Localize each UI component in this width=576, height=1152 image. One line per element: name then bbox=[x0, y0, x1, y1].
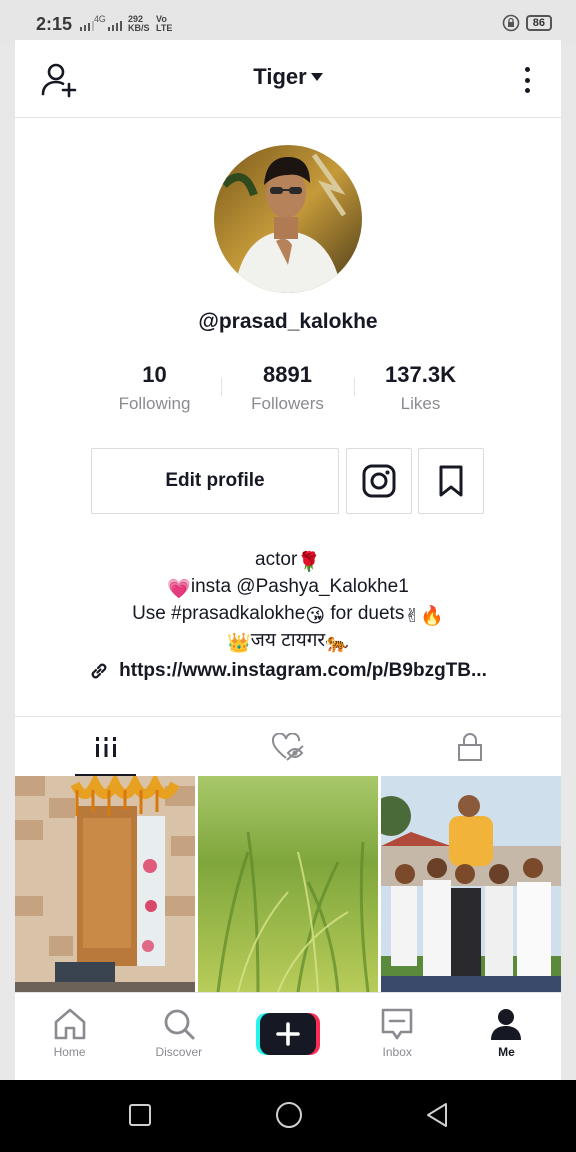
bio-line-3: Use #prasadkalokhe😘 for duets✌🔥 bbox=[15, 602, 561, 629]
create-button[interactable] bbox=[256, 1013, 320, 1055]
username: @prasad_kalokhe bbox=[198, 310, 378, 333]
page-title: Tiger bbox=[253, 64, 307, 89]
lock-icon bbox=[458, 732, 482, 761]
signal-icon-2 bbox=[108, 21, 122, 31]
search-icon bbox=[164, 1009, 195, 1040]
bottom-tab-bar: Home Discover Inbox Me bbox=[15, 992, 561, 1080]
network-type: 4G bbox=[94, 14, 106, 24]
edit-profile-button[interactable]: Edit profile bbox=[91, 448, 339, 514]
net-speed: 292 KB/S bbox=[128, 15, 150, 33]
crown-icon: 👑 bbox=[227, 633, 251, 654]
plus-icon bbox=[256, 1013, 320, 1055]
group-photo bbox=[381, 776, 561, 992]
avatar[interactable] bbox=[214, 145, 362, 293]
profile-icon bbox=[491, 1009, 522, 1040]
rose-icon: 🌹 bbox=[297, 552, 321, 573]
stat-value: 137.3K bbox=[385, 362, 456, 387]
battery-indicator: 86 bbox=[525, 15, 552, 31]
fire-icon: 🔥 bbox=[420, 606, 444, 627]
tab-liked[interactable] bbox=[197, 717, 379, 776]
bio-text: actor bbox=[255, 549, 298, 570]
tab-label: Inbox bbox=[382, 1045, 412, 1059]
signal-icon bbox=[80, 21, 94, 31]
tab-label: Me bbox=[498, 1045, 515, 1059]
more-options-button[interactable] bbox=[517, 64, 537, 96]
volte-bottom: LTE bbox=[156, 23, 173, 33]
screen: 2:15 4G 292 KB/S Vo LTE 86 Tiger @prasad… bbox=[0, 0, 576, 1152]
grass-photo bbox=[198, 776, 378, 992]
liked-hidden-icon bbox=[272, 732, 304, 761]
bookmark-icon bbox=[439, 465, 463, 497]
profile-header: Tiger bbox=[15, 40, 561, 118]
status-bar: 2:15 4G 292 KB/S Vo LTE 86 bbox=[0, 0, 576, 44]
tab-home[interactable]: Home bbox=[15, 993, 124, 1080]
more-vertical-icon bbox=[524, 67, 530, 72]
bio-text: insta @Pashya_Kalokhe1 bbox=[190, 576, 409, 597]
stat-likes[interactable]: 137.3K Likes bbox=[354, 360, 487, 420]
link-text: https://www.instagram.com/p/B9bzgTB... bbox=[119, 660, 487, 681]
doorway-photo bbox=[15, 776, 195, 992]
bio-line-1: actor🌹 bbox=[15, 548, 561, 575]
bio-text: for duets bbox=[325, 603, 405, 624]
recents-button[interactable] bbox=[128, 1102, 152, 1128]
stat-value: 10 bbox=[142, 362, 167, 387]
inbox-icon bbox=[381, 1008, 413, 1040]
favorites-button[interactable] bbox=[418, 448, 484, 514]
status-time: 2:15 bbox=[36, 14, 73, 34]
more-vertical-icon-dot bbox=[524, 88, 530, 93]
avatar-photo bbox=[214, 145, 362, 293]
link-icon bbox=[91, 663, 107, 679]
kiss-face-icon: 😘 bbox=[305, 606, 326, 627]
rotation-lock-icon bbox=[502, 14, 520, 32]
stat-label: Likes bbox=[400, 394, 441, 413]
stat-label: Followers bbox=[251, 394, 324, 413]
tab-label: Home bbox=[53, 1045, 86, 1059]
video-thumbnail[interactable] bbox=[381, 776, 561, 992]
grid-icon bbox=[96, 736, 116, 757]
tab-label: Discover bbox=[155, 1045, 203, 1059]
stat-value: 8891 bbox=[263, 362, 312, 387]
bio-text: जय टायगर bbox=[250, 630, 326, 651]
victory-hand-icon: ✌ bbox=[404, 606, 421, 627]
tab-inbox[interactable]: Inbox bbox=[343, 993, 452, 1080]
stat-following[interactable]: 10 Following bbox=[88, 360, 221, 420]
tab-private[interactable] bbox=[379, 717, 561, 776]
tiktok-profile-screen: Tiger @prasad_kalokhe 10 Following 8891 … bbox=[15, 40, 561, 1080]
bio-line-4: 👑जय टायगर🐅 bbox=[15, 629, 561, 656]
net-speed-unit: KB/S bbox=[128, 23, 150, 33]
tab-discover[interactable]: Discover bbox=[124, 993, 233, 1080]
home-icon bbox=[54, 1008, 85, 1040]
more-vertical-icon-dot bbox=[524, 77, 530, 83]
heart-icon: 💗 bbox=[167, 579, 191, 600]
tiger-icon: 🐅 bbox=[325, 633, 349, 654]
home-nav-button[interactable] bbox=[274, 1100, 304, 1130]
stat-label: Following bbox=[118, 394, 191, 413]
tab-videos[interactable] bbox=[15, 717, 197, 776]
video-thumbnail[interactable] bbox=[198, 776, 378, 992]
stat-followers[interactable]: 8891 Followers bbox=[221, 360, 354, 420]
bio-text: Use #prasadkalokhe bbox=[132, 603, 306, 624]
tab-me[interactable]: Me bbox=[452, 993, 561, 1080]
back-button[interactable] bbox=[424, 1102, 450, 1128]
video-grid bbox=[15, 776, 561, 992]
profile-stats: 10 Following 8891 Followers 137.3K Likes bbox=[88, 360, 488, 420]
tab-create[interactable] bbox=[233, 993, 342, 1080]
profile-tabs bbox=[15, 716, 561, 776]
profile-bio: actor🌹 💗insta @Pashya_Kalokhe1 Use #pras… bbox=[15, 548, 561, 656]
chevron-down-icon bbox=[310, 73, 323, 81]
video-thumbnail[interactable] bbox=[15, 776, 195, 992]
account-switcher[interactable]: Tiger bbox=[15, 64, 561, 90]
instagram-button[interactable] bbox=[346, 448, 412, 514]
status-right: 86 bbox=[502, 14, 552, 32]
bio-line-2: 💗insta @Pashya_Kalokhe1 bbox=[15, 575, 561, 602]
instagram-icon bbox=[362, 464, 396, 498]
profile-link[interactable]: https://www.instagram.com/p/B9bzgTB... bbox=[15, 660, 561, 682]
volte-indicator: Vo LTE bbox=[156, 15, 172, 33]
system-nav-bar bbox=[0, 1080, 576, 1152]
